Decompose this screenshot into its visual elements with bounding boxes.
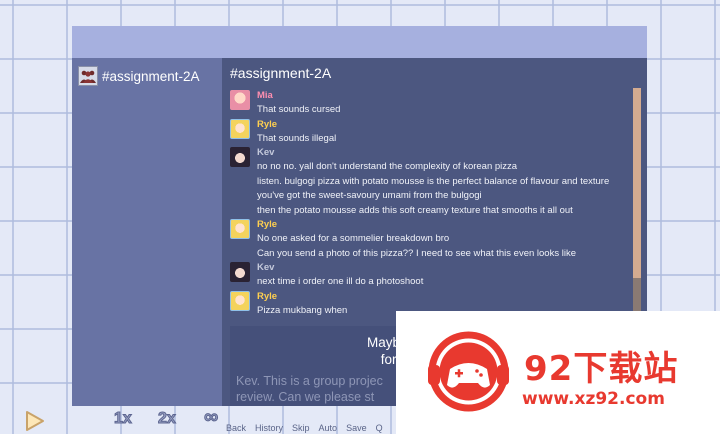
message-text: listen. bulgogi pizza with potato mousse…	[257, 175, 610, 187]
message-group: Ryle No one asked for a sommelier breakdo…	[222, 218, 633, 261]
message-text: no no no. yall don't understand the comp…	[257, 161, 518, 172]
message-text: then the potato mousse adds this soft cr…	[257, 204, 573, 216]
message-text: That sounds illegal	[257, 132, 337, 144]
quick-menu-save-button[interactable]: Save	[346, 423, 367, 433]
channel-sidebar: #assignment-2A	[72, 58, 222, 406]
avatar	[230, 147, 250, 167]
speed-2x-button[interactable]: 2x	[158, 410, 177, 430]
quick-menu-back-button[interactable]: Back	[226, 423, 246, 433]
message-sender: Ryle	[257, 219, 278, 230]
message-sender: Kev	[257, 262, 275, 273]
play-icon[interactable]	[24, 410, 46, 432]
message-text: Can you send a photo of this pizza?? I n…	[257, 247, 576, 259]
quick-menu-q-button[interactable]: Q	[376, 423, 383, 433]
scrollbar[interactable]	[633, 88, 641, 324]
message-list[interactable]: Mia That sounds cursed Ryle That sounds ill…	[222, 89, 633, 327]
quick-menu-history-button[interactable]: History	[255, 423, 283, 433]
watermark: 92下载站 www.xz92.com	[396, 311, 720, 434]
sidebar-channel-name: #assignment-2A	[102, 68, 200, 84]
watermark-title: 92下载站	[524, 349, 679, 389]
message-text: That sounds cursed	[257, 104, 341, 115]
quick-menu-skip-button[interactable]: Skip	[292, 423, 310, 433]
message-sender: Ryle	[257, 118, 278, 130]
gamepad-logo-icon	[426, 329, 511, 414]
avatar	[230, 219, 250, 239]
watermark-url: www.xz92.com	[522, 389, 665, 409]
message-sender: Kev	[257, 147, 275, 158]
message-group: Kev next time i order one ill do a photos…	[222, 261, 633, 290]
avatar	[230, 262, 250, 282]
scroll-thumb[interactable]	[633, 88, 641, 278]
window-titlebar	[72, 26, 647, 58]
message-group: Mia That sounds cursed	[222, 89, 633, 118]
speed-1x-button[interactable]: 1x	[114, 410, 133, 430]
avatar	[230, 290, 250, 311]
group-icon	[78, 66, 98, 86]
message-group: Ryle That sounds illegal	[222, 118, 633, 147]
message-sender: Ryle	[257, 290, 278, 302]
speed-infinite-button[interactable]: ∞	[203, 406, 218, 429]
sidebar-channel-item[interactable]: #assignment-2A	[78, 65, 200, 87]
message-text: you've got the sweet-savoury umami from …	[257, 190, 482, 201]
channel-title: #assignment-2A	[230, 65, 332, 81]
avatar	[230, 90, 250, 110]
quick-menu: Back History Skip Auto Save Q	[226, 423, 383, 433]
message-sender: Mia	[257, 90, 273, 101]
quick-menu-auto-button[interactable]: Auto	[319, 423, 338, 433]
message-group: Kev no no no. yall don't understand the c…	[222, 146, 633, 218]
message-text: No one asked for a sommelier breakdown b…	[257, 233, 450, 244]
message-text: next time i order one ill do a photoshoo…	[257, 276, 424, 287]
avatar	[230, 118, 250, 139]
